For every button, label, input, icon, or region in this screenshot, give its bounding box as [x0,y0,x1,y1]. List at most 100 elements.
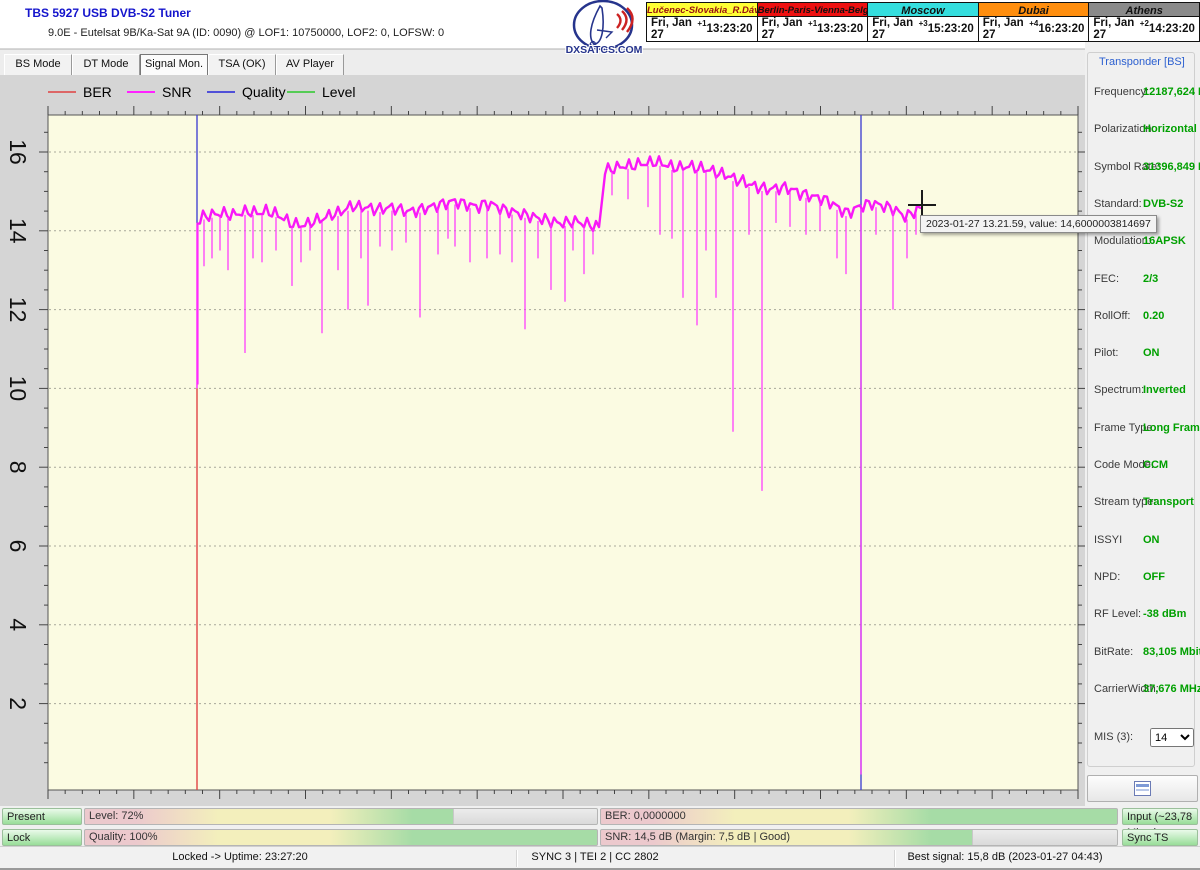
tab-tsa-ok-[interactable]: TSA (OK) [208,54,276,76]
field-value: ON [1143,533,1160,546]
clock-hms: 14:23:20 [1148,23,1195,35]
statusbar-item: SYNC 3 | TEI 2 | CC 2802 [531,851,659,863]
progress-label: Quality: 100% [89,831,158,843]
transponder-subtitle: 9.0E - Eutelsat 9B/Ka-Sat 9A (ID: 0090) … [48,27,445,39]
snr-progressbar: SNR: 14,5 dB (Margin: 7,5 dB | Good) [600,829,1118,846]
legend-item-snr: SNR [127,84,192,100]
field-value: 2/3 [1143,272,1159,285]
svg-text:8: 8 [5,461,31,474]
level-progressbar: Level: 72% [84,808,598,825]
clock-dubai: Dubai Fri, Jan 27 +4 16:23:20 [978,3,1090,41]
snr-plot: 16 14 12 10 8 6 4 2 [5,106,1085,799]
transponder-field-modulation-: Modulation: 16APSK [1088,235,1194,249]
transponder-field-rf-level-: RF Level: -38 dBm [1088,608,1194,622]
crosshair-cursor[interactable] [921,190,923,218]
progress-label: BER: 0,0000000 [605,810,686,822]
transponder-groupbox: Transponder [BS] Frequency:12187,624 MHz… [1087,52,1200,767]
clock-city-label: Lučenec-Slovakia_R.Dávid [647,3,757,17]
legend-line-swatch [127,91,155,93]
capture-button[interactable] [1087,775,1198,802]
page-title: TBS 5927 USB DVB-S2 Tuner [25,6,191,20]
tab-bs-mode[interactable]: BS Mode [4,54,72,76]
clock-hms: 13:23:20 [817,23,864,35]
progress-remainder [452,809,597,824]
progress-remainder [971,830,1117,845]
legend-label: Level [322,84,356,100]
clock-date: Fri, Jan 27 [872,17,914,41]
clock-berlin-paris-vienna-belgrade: Berlin-Paris-Vienna-BelgradeFri, Jan 27 +… [757,3,869,41]
utc-offset: +2 [1139,19,1149,28]
tab-dt-mode[interactable]: DT Mode [72,54,140,76]
clock-city-label: Athens [1089,3,1199,17]
legend-label: Quality [242,84,286,100]
statusbar: Locked -> Uptime: 23:27:20 SYNC 3 | TEI 2… [0,846,1200,870]
statusbar-item: Best signal: 15,8 dB (2023-01-27 04:43) [907,851,1103,863]
transponder-field-stream-type-: Stream type: Transport [1088,496,1194,510]
value-tooltip: 2023-01-27 13.21.59, value: 14,600000381… [920,215,1157,233]
legend-item-level: Level [287,84,355,100]
field-label: Spectrum: [1094,384,1145,397]
ts-list-icon [1134,781,1151,796]
transponder-field-fec-: FEC: 2/3 [1088,273,1194,287]
field-label: BitRate: [1094,645,1134,658]
clock-date: Fri, Jan 27 [1093,17,1135,41]
tab-av-player[interactable]: AV Player [276,54,344,76]
transponder-field-rolloff-: RollOff: 0.20 [1088,310,1194,324]
legend-line-swatch [207,91,235,93]
field-label: Standard: [1094,197,1142,210]
transponder-sidebar: Transponder [BS] Frequency:12187,624 MHz… [1085,42,1200,806]
clock-time: Fri, Jan 27 +4 16:23:20 [978,17,1089,41]
field-value: 16APSK [1143,235,1186,248]
clock-city-label: Berlin-Paris-Vienna-Belgrade [757,3,868,17]
field-value: 0.20 [1143,309,1165,322]
transponder-field-frequency-: Frequency:12187,624 MHz [1088,86,1200,100]
statusbar-separator [516,850,518,867]
tab-signal-mon-[interactable]: Signal Mon. [140,54,208,76]
field-value: 37,676 MHz [1143,682,1200,695]
clock-hms: 16:23:20 [1038,23,1085,35]
progress-label: Level: 72% [89,810,144,822]
tab-bar: BS Mode DT Mode Signal Mon. TSA (OK) AV Play… [0,49,1085,76]
svg-text:10: 10 [5,376,31,402]
transponder-field-spectrum-: Spectrum: Inverted [1088,384,1194,398]
legend-label: SNR [162,84,192,100]
transponder-field-code-mode-: Code Mode: CCM [1088,459,1194,473]
legend-item-quality: Quality [207,84,286,100]
dxsatcs-logo: DXSATCS.COM [560,0,648,58]
field-value: OFF [1143,570,1165,583]
utc-offset: +4 [1029,19,1039,28]
clock-date: Fri, Jan 27 [651,17,692,41]
transponder-field-standard-: Standard: DVB-S2 [1088,198,1194,212]
clock-city-label: Moscow [868,3,978,17]
field-label: Pilot: [1094,347,1119,360]
transponder-field-carrierwidth-: CarrierWidth: 37,676 MHz [1088,683,1200,697]
svg-text:12: 12 [5,297,31,323]
utc-offset: +3 [918,19,928,28]
field-label: RF Level: [1094,608,1142,621]
field-value: Horizontal [1143,123,1197,136]
transponder-field-polarization-: Polarization: Horizontal [1088,123,1197,137]
mis-select[interactable]: 14 [1150,728,1194,747]
mis-row: MIS (3): 14 [1088,728,1194,751]
statusbar-item: Locked -> Uptime: 23:27:20 [172,851,308,863]
svg-text:2: 2 [5,697,31,710]
svg-text:16: 16 [5,139,31,165]
field-value: 31396,849 KS/s [1143,160,1200,173]
transponder-field-bitrate-: BitRate: 83,105 Mbit/s [1088,645,1200,660]
ber-progressbar: BER: 0,0000000 [600,808,1118,825]
field-value: Inverted [1143,384,1186,397]
field-label: FEC: [1094,272,1120,285]
header: TBS 5927 USB DVB-S2 Tuner 9.0E - Eutelsa… [0,0,1200,56]
field-label: Frequency: [1094,86,1150,98]
clock-athens: Athens Fri, Jan 27 +2 14:23:20 [1089,3,1199,41]
field-label: NPD: [1094,570,1121,583]
clock-hms: 15:23:20 [927,23,974,35]
clock-date: Fri, Jan 27 [982,17,1024,41]
field-value: DVB-S2 [1143,197,1184,210]
transponder-field-issyi: ISSYI ON [1088,534,1194,548]
lock-indicator: Lock [2,829,82,846]
field-value: 12187,624 MHz [1143,86,1200,98]
field-value: CCM [1143,459,1169,471]
groupbox-title: Transponder [BS] [1096,56,1188,68]
svg-text:6: 6 [5,540,31,553]
